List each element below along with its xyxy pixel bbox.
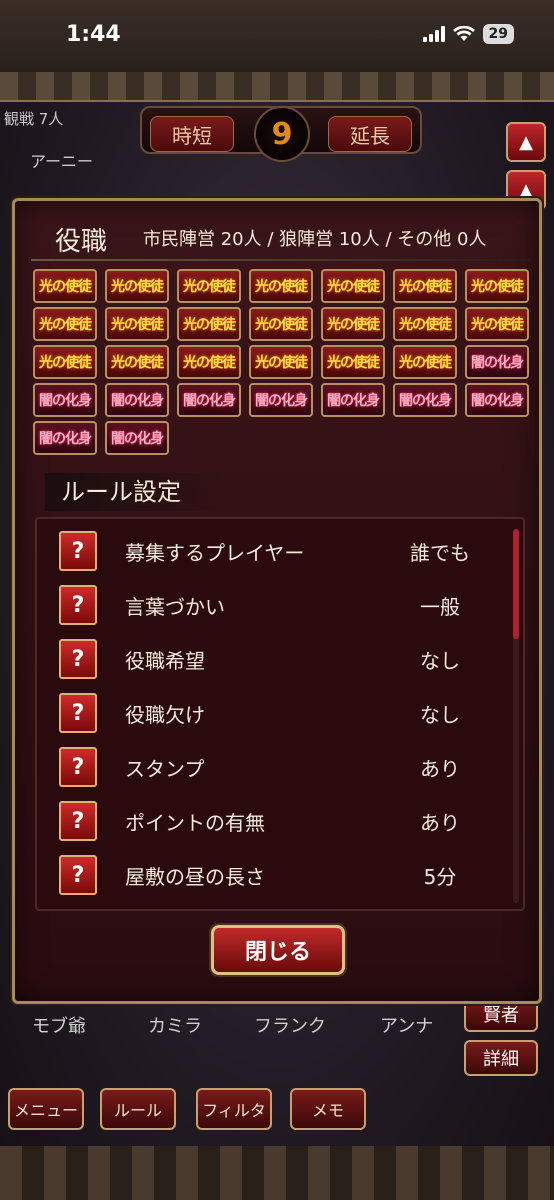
role-tag: 光の使徒 [321,345,385,379]
role-tag: 光の使徒 [393,307,457,341]
rule-value: 誰でも [410,541,470,565]
role-tag: 光の使徒 [177,345,241,379]
role-tag: 闇の化身 [33,421,97,455]
role-tag: 光の使徒 [465,307,529,341]
rule-label: 役職欠け [125,703,205,727]
filter-button[interactable]: フィルタ [196,1088,272,1130]
day-counter: 9 [254,106,310,162]
role-tag: 光の使徒 [33,307,97,341]
help-icon[interactable]: ? [59,639,97,679]
help-icon[interactable]: ? [59,585,97,625]
role-tag: 闇の化身 [105,383,169,417]
rule-label: 言葉づかい [125,595,225,619]
status-bar: 1:44 29 [0,0,554,72]
ornate-bottom-border [0,1146,554,1200]
player-name: モブ爺 [32,1016,86,1037]
status-icons: 29 [422,24,514,44]
rule-row: ? 屋敷の昼の長さ 5分 [55,853,505,897]
scrollbar-thumb[interactable] [513,529,519,639]
role-tag: 光の使徒 [249,307,313,341]
bottom-menu: メニュー ルール フィルタ メモ [0,1088,554,1140]
rule-button[interactable]: ルール [100,1088,176,1130]
role-tag: 光の使徒 [249,269,313,303]
role-tag: 光の使徒 [177,307,241,341]
role-tag: 光の使徒 [105,307,169,341]
rule-row: ? 役職希望 なし [55,637,505,681]
rule-settings-title: ルール設定 [45,473,235,511]
role-tag: 闇の化身 [177,383,241,417]
role-tag: 光の使徒 [105,269,169,303]
role-tag: 闇の化身 [465,383,529,417]
role-tag: 光の使徒 [321,269,385,303]
role-tag: 光の使徒 [33,269,97,303]
role-tag: 光の使徒 [177,269,241,303]
timer-bar: 時短 9 延長 [140,106,422,162]
role-rule-modal: 役職 市民陣営 20人 / 狼陣営 10人 / その他 0人 光の使徒 光の使徒光… [12,198,542,1004]
extend-time-button[interactable]: 延長 [328,116,412,152]
scroll-up-button[interactable]: ▲ [506,122,546,162]
rule-list[interactable]: ? 募集するプレイヤー 誰でも ? 言葉づかい 一般 ? 役職希望 なし ? 役… [35,517,525,911]
wifi-icon [452,26,475,41]
role-tag: 闇の化身 [321,383,385,417]
role-tag: 光の使徒 [465,269,529,303]
modal-title: 役職 [55,227,108,257]
rule-value: なし [420,649,460,673]
chevron-up-icon: ▲ [519,131,533,153]
role-tag: 闇の化身 [249,383,313,417]
role-tag: 闇の化身 [33,383,97,417]
team-summary: 市民陣営 20人 / 狼陣営 10人 / その他 0人 [143,229,487,250]
rule-row: ? 役職欠け なし [55,691,505,735]
rule-value: 5分 [423,865,457,889]
role-tag: 光の使徒 [249,345,313,379]
rule-label: 募集するプレイヤー [125,541,305,565]
role-tag: 闇の化身 [393,383,457,417]
help-icon[interactable]: ? [59,531,97,571]
shorten-time-button[interactable]: 時短 [150,116,234,152]
role-tag: 闇の化身 [105,421,169,455]
player-name: アンナ [380,1016,434,1037]
memo-button[interactable]: メモ [290,1088,366,1130]
rule-row: ? スタンプ あり [55,745,505,789]
rule-value: 一般 [420,595,460,619]
player-name: アーニー [30,152,94,171]
rule-label: 役職希望 [125,649,205,673]
help-icon[interactable]: ? [59,693,97,733]
battery-indicator: 29 [482,24,514,44]
rule-label: スタンプ [125,757,205,781]
close-button[interactable]: 閉じる [211,925,345,975]
status-time: 1:44 [66,22,121,47]
player-name: フランク [254,1016,326,1037]
role-tag: 闇の化身 [465,345,529,379]
role-tag: 光の使徒 [393,345,457,379]
rule-value: あり [420,811,460,835]
rule-row: ? 募集するプレイヤー 誰でも [55,529,505,573]
role-tag: 光の使徒 [321,307,385,341]
help-icon[interactable]: ? [59,855,97,895]
detail-button[interactable]: 詳細 [464,1040,538,1076]
divider [31,259,529,261]
spectator-count: 観戦 7人 [4,110,64,128]
help-icon[interactable]: ? [59,747,97,787]
role-tag: 光の使徒 [33,345,97,379]
rule-value: なし [420,703,460,727]
rule-label: ポイントの有無 [125,811,265,835]
cellular-signal-icon [422,26,445,42]
player-name: カミラ [148,1016,202,1037]
rule-row: ? 言葉づかい 一般 [55,583,505,627]
scrollbar[interactable] [513,529,519,903]
menu-button[interactable]: メニュー [8,1088,84,1130]
role-tag: 光の使徒 [105,345,169,379]
help-icon[interactable]: ? [59,801,97,841]
ornate-top-border [0,72,554,102]
role-tag: 光の使徒 [393,269,457,303]
rule-label: 屋敷の昼の長さ [125,865,265,889]
rule-value: あり [420,757,460,781]
rule-row: ? ポイントの有無 あり [55,799,505,843]
